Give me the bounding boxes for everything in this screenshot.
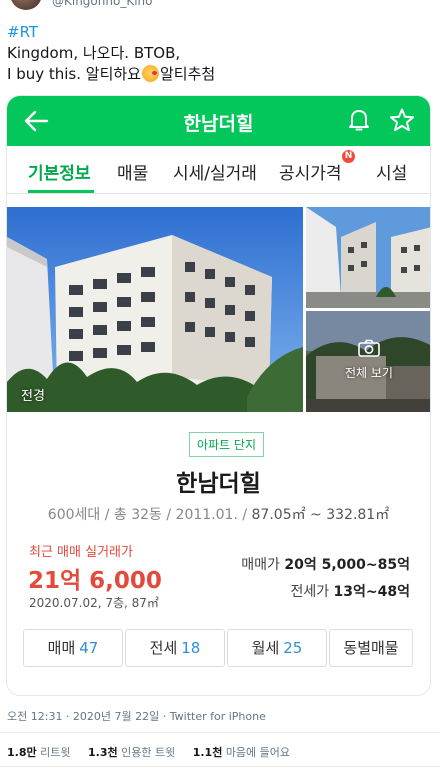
tab-basic-info[interactable]: 기본정보: [28, 159, 91, 184]
sale-price-range: 매매가 20억 5,000~85억: [241, 557, 410, 573]
household-count: 600세대: [47, 507, 101, 523]
lease-price-range: 전세가 13억~48억: [290, 584, 410, 600]
tweet-stats: 1.8만 리트윗 1.3천 인용한 트윗 1.1천 마음에 들어요: [7, 744, 304, 760]
attached-image[interactable]: 한남더힐 기본정보 매물 시세/실거래 공시가격 N 시설 전경 전체 보기 아…: [6, 95, 431, 696]
photo-caption: 전경: [21, 389, 45, 404]
listing-tab-jeonse[interactable]: 전세 18: [125, 629, 225, 667]
view-all-label: 전체 보기: [345, 366, 393, 380]
bell-icon[interactable]: [347, 107, 371, 133]
tweet-line-1: Kingdom, 나오다. BTOB,: [7, 44, 181, 62]
camera-icon: [358, 339, 380, 357]
divider: [0, 732, 440, 733]
listing-tab-monthly-rent[interactable]: 월세 25: [227, 629, 327, 667]
new-badge: N: [342, 150, 355, 163]
building-count: 총 32동: [113, 507, 162, 523]
quote-tweet-count[interactable]: 1.3천 인용한 트윗: [88, 746, 175, 759]
retweet-count[interactable]: 1.8만 리트윗: [7, 746, 70, 759]
tweet-timestamp[interactable]: 오전 12:31 · 2020년 7월 22일 · Twitter for iP…: [7, 708, 266, 724]
main-photo[interactable]: 전경: [7, 207, 303, 412]
complex-summary: 600세대 / 총 32동 / 2011.01. / 87.05㎡ ~ 332.…: [47, 507, 390, 523]
thumbnail-photo[interactable]: [306, 207, 430, 308]
photo-gallery: 전경 전체 보기: [7, 207, 430, 412]
tab-official-price[interactable]: 공시가격: [279, 159, 342, 184]
app-bar: 한남더힐: [7, 96, 430, 146]
user-handle[interactable]: @Kingonno_Kino: [52, 0, 152, 8]
like-count[interactable]: 1.1천 마음에 들어요: [193, 746, 290, 759]
built-date: 2011.01.: [175, 507, 238, 523]
view-all-photos-button[interactable]: 전체 보기: [306, 311, 430, 412]
star-icon[interactable]: [389, 107, 415, 133]
tab-price-transactions[interactable]: 시세/실거래: [173, 159, 257, 184]
tab-listings[interactable]: 매물: [117, 159, 148, 184]
tweet-text: #RT Kingdom, 나오다. BTOB, I buy this. 알티하요…: [7, 22, 215, 85]
listing-type-tabs: 매매 47 전세 18 월세 25 동별매물: [23, 629, 413, 667]
active-tab-indicator: [28, 190, 94, 193]
area-range: 87.05㎡ ~ 332.81㎡: [251, 507, 390, 523]
listing-tab-sale[interactable]: 매매 47: [23, 629, 123, 667]
tab-bar: 기본정보 매물 시세/실거래 공시가격 N 시설: [7, 146, 430, 194]
hashtag-link[interactable]: #RT: [7, 23, 38, 41]
tweet-header: @Kingonno_Kino: [0, 0, 440, 20]
recent-trade-label: 최근 매매 실거래가: [29, 545, 133, 560]
kissing-face-emoji-icon: [141, 65, 159, 82]
divider-bottom: [0, 766, 440, 767]
recent-trade-price: 21억 6,000: [28, 568, 162, 594]
avatar[interactable]: [10, 0, 42, 10]
complex-type-chip: 아파트 단지: [189, 432, 265, 457]
recent-trade-details: 2020.07.02, 7층, 87㎡: [29, 596, 159, 610]
complex-name: 한남더힐: [176, 471, 261, 497]
tab-facilities[interactable]: 시설: [376, 159, 407, 184]
tweet-line-2: I buy this. 알티하요 알티추첨: [7, 65, 216, 83]
listing-tab-by-building[interactable]: 동별매물: [329, 629, 413, 667]
